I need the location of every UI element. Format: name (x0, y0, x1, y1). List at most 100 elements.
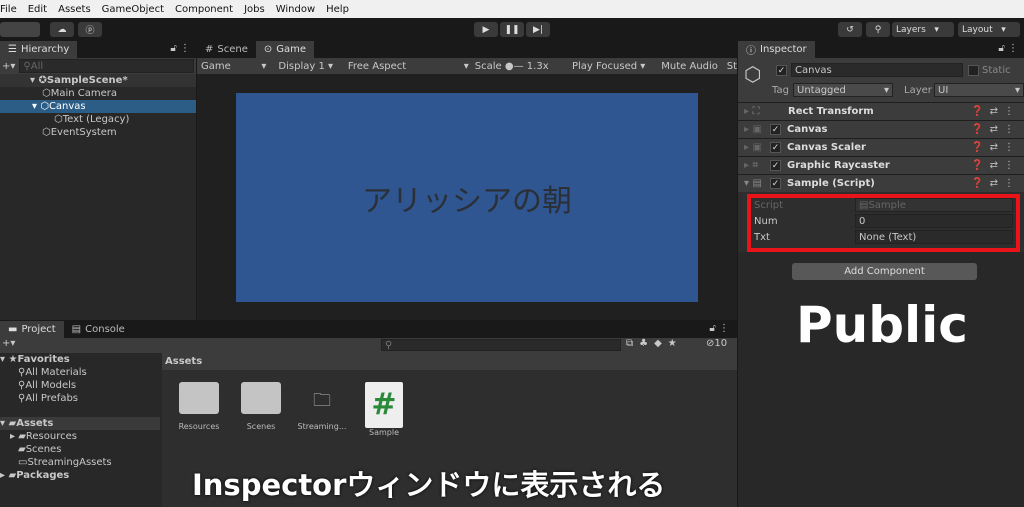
tree-label: Resources (25, 431, 77, 442)
lock-icon[interactable]: 🔓︎ ⋮ (709, 323, 729, 334)
tree-label: Packages (16, 470, 70, 481)
hierarchy-item-selected[interactable]: ▾ ⬡ Canvas (0, 100, 196, 113)
asset-script[interactable]: # Sample (354, 382, 414, 437)
field-label-txt: Txt (754, 232, 770, 243)
tree-label: Scenes (25, 444, 62, 455)
add-icon[interactable]: +▾ (2, 338, 15, 349)
enabled-checkbox[interactable]: ✓ (770, 178, 781, 189)
tree-item[interactable]: ⚲ All Models (0, 379, 160, 392)
layer-dropdown[interactable]: UI ▾ (934, 83, 1024, 97)
menu-assets[interactable]: Assets (58, 4, 91, 15)
menu-file[interactable]: File (0, 4, 17, 15)
menu-gameobject[interactable]: GameObject (102, 4, 164, 15)
hidden-count[interactable]: ⊘10 (706, 338, 727, 349)
asset-folder[interactable]: 🗀︎ Streaming... (292, 382, 352, 431)
enabled-checkbox[interactable]: ✓ (770, 124, 781, 135)
search-icon[interactable]: ⚲ (866, 22, 890, 37)
display-dropdown[interactable]: Display 1 ▾ (270, 61, 347, 72)
tab-project[interactable]: ▬ Project (0, 321, 64, 338)
enabled-checkbox[interactable]: ✓ (770, 160, 781, 171)
step-button[interactable]: ▶| (526, 22, 550, 37)
component-icons[interactable]: ❓⇄⋮ (971, 124, 1020, 135)
layers-dropdown[interactable]: Layers ▾ (892, 22, 954, 37)
tab-label: Hierarchy (20, 44, 70, 55)
project-search-input[interactable]: ⚲ (381, 339, 621, 351)
txt-field[interactable]: None (Text) (855, 230, 1013, 244)
component-graphic-raycaster[interactable]: ▸ ⌗ ✓ Graphic Raycaster ❓⇄⋮ (738, 156, 1024, 174)
tree-item[interactable]: ▭ StreamingAssets (0, 456, 160, 469)
hierarchy-item[interactable]: ⬡ EventSystem (0, 126, 196, 139)
tree-item[interactable]: ▸ ▰ Resources (0, 430, 160, 443)
tree-item[interactable]: ▰ Scenes (0, 443, 160, 456)
component-canvas[interactable]: ▸ ▣ ✓ Canvas ❓⇄⋮ (738, 120, 1024, 138)
num-value: 0 (859, 215, 866, 227)
assets-item[interactable]: ▾ ▰ Assets (0, 417, 160, 430)
tab-console[interactable]: ▤ Console (64, 321, 133, 338)
tag-dropdown[interactable]: Untagged ▾ (793, 83, 893, 97)
play-focused-dropdown[interactable]: Play Focused ▾ (572, 61, 661, 72)
tree-item[interactable]: ⚲ All Prefabs (0, 392, 160, 405)
scale-slider[interactable]: Scale ●— 1.3x (475, 61, 572, 72)
field-label-script: Script (754, 200, 784, 211)
layout-dropdown[interactable]: Layout ▾ (958, 22, 1020, 37)
screen-text: アリッシアの朝 (362, 183, 572, 219)
cloud-icon[interactable]: ☁ (50, 22, 74, 37)
component-sample-script[interactable]: ▾ ▤ ✓ Sample (Script) ❓⇄⋮ (738, 174, 1024, 192)
tab-inspector[interactable]: ⓘ Inspector (738, 41, 815, 58)
menu-help[interactable]: Help (326, 4, 349, 15)
pause-button[interactable]: ❚❚ (500, 22, 524, 37)
tree-label: Assets (16, 418, 54, 429)
add-component-button[interactable]: Add Component (792, 263, 977, 280)
num-field[interactable]: 0 (855, 214, 1013, 228)
menu-edit[interactable]: Edit (28, 4, 47, 15)
component-rect-transform[interactable]: ▸ ⛶ Rect Transform ❓⇄⋮ (738, 102, 1024, 120)
collab-icon[interactable]: ⓟ (78, 22, 102, 37)
item-label: Text (Legacy) (62, 114, 130, 125)
add-component-label: Add Component (844, 266, 925, 277)
hidden-count-value: 10 (714, 338, 728, 349)
mute-audio-toggle[interactable]: Mute Audio (661, 61, 726, 72)
name-field[interactable]: Canvas (791, 63, 963, 77)
component-icons[interactable]: ❓⇄⋮ (971, 178, 1020, 189)
filter-icons[interactable]: ⧉♣◆★ (626, 338, 683, 349)
scale-label: Scale (474, 60, 502, 72)
account-button[interactable] (0, 22, 40, 37)
game-screen[interactable]: アリッシアの朝 (236, 93, 698, 302)
scene-row[interactable]: ▾ ✪ SampleScene* (0, 74, 196, 87)
tab-scene[interactable]: # Scene (197, 41, 256, 58)
game-mode-dropdown[interactable]: Game ▾ (201, 61, 270, 72)
component-icons[interactable]: ❓⇄⋮ (971, 142, 1020, 153)
layers-label: Layers (896, 24, 926, 35)
active-checkbox[interactable]: ✓ (776, 65, 787, 76)
tab-label: Game (276, 44, 307, 55)
add-icon[interactable]: +▾ (2, 61, 15, 72)
history-icon[interactable]: ↺ (838, 22, 862, 37)
hierarchy-panel: ☰ Hierarchy 🔓︎ ⋮ +▾ ⚲ All ▾ ✪ SampleScene… (0, 40, 196, 320)
hierarchy-search-input[interactable]: ⚲ All (19, 59, 194, 73)
stats-toggle[interactable]: St (727, 61, 737, 72)
component-icons[interactable]: ❓⇄⋮ (971, 160, 1020, 171)
menu-component[interactable]: Component (175, 4, 233, 15)
component-icons[interactable]: ❓⇄⋮ (971, 106, 1020, 117)
tab-game[interactable]: ⊙ Game (255, 41, 315, 58)
enabled-checkbox[interactable]: ✓ (770, 142, 781, 153)
inspector-panel: ⓘ Inspector 🔓︎ ⋮ ⬡ ✓ Canvas Static Tag Un… (738, 40, 1024, 507)
asset-folder[interactable]: Resources (169, 382, 229, 431)
menu-window[interactable]: Window (276, 4, 315, 15)
asset-folder[interactable]: Scenes (231, 382, 291, 431)
play-button[interactable]: ▶ (474, 22, 498, 37)
packages-item[interactable]: ▸ ▰ Packages (0, 469, 160, 482)
favorites-item[interactable]: ▾ ★ Favorites (0, 353, 160, 366)
tree-item[interactable]: ⚲ All Materials (0, 366, 160, 379)
tab-hierarchy[interactable]: ☰ Hierarchy (0, 41, 78, 58)
play-focused-label: Play Focused (572, 60, 638, 72)
component-canvas-scaler[interactable]: ▸ ▣ ✓ Canvas Scaler ❓⇄⋮ (738, 138, 1024, 156)
hierarchy-item[interactable]: ⬡ Main Camera (0, 87, 196, 100)
lock-icon[interactable]: 🔓︎ ⋮ (170, 43, 190, 54)
menu-jobs[interactable]: Jobs (244, 4, 265, 15)
static-checkbox[interactable] (968, 65, 979, 76)
hierarchy-item[interactable]: ⬡ Text (Legacy) (0, 113, 196, 126)
lock-icon[interactable]: 🔓︎ ⋮ (998, 43, 1018, 54)
aspect-dropdown[interactable]: Free Aspect ▾ (348, 61, 475, 72)
gameobject-icon: ⬡ (744, 62, 762, 86)
